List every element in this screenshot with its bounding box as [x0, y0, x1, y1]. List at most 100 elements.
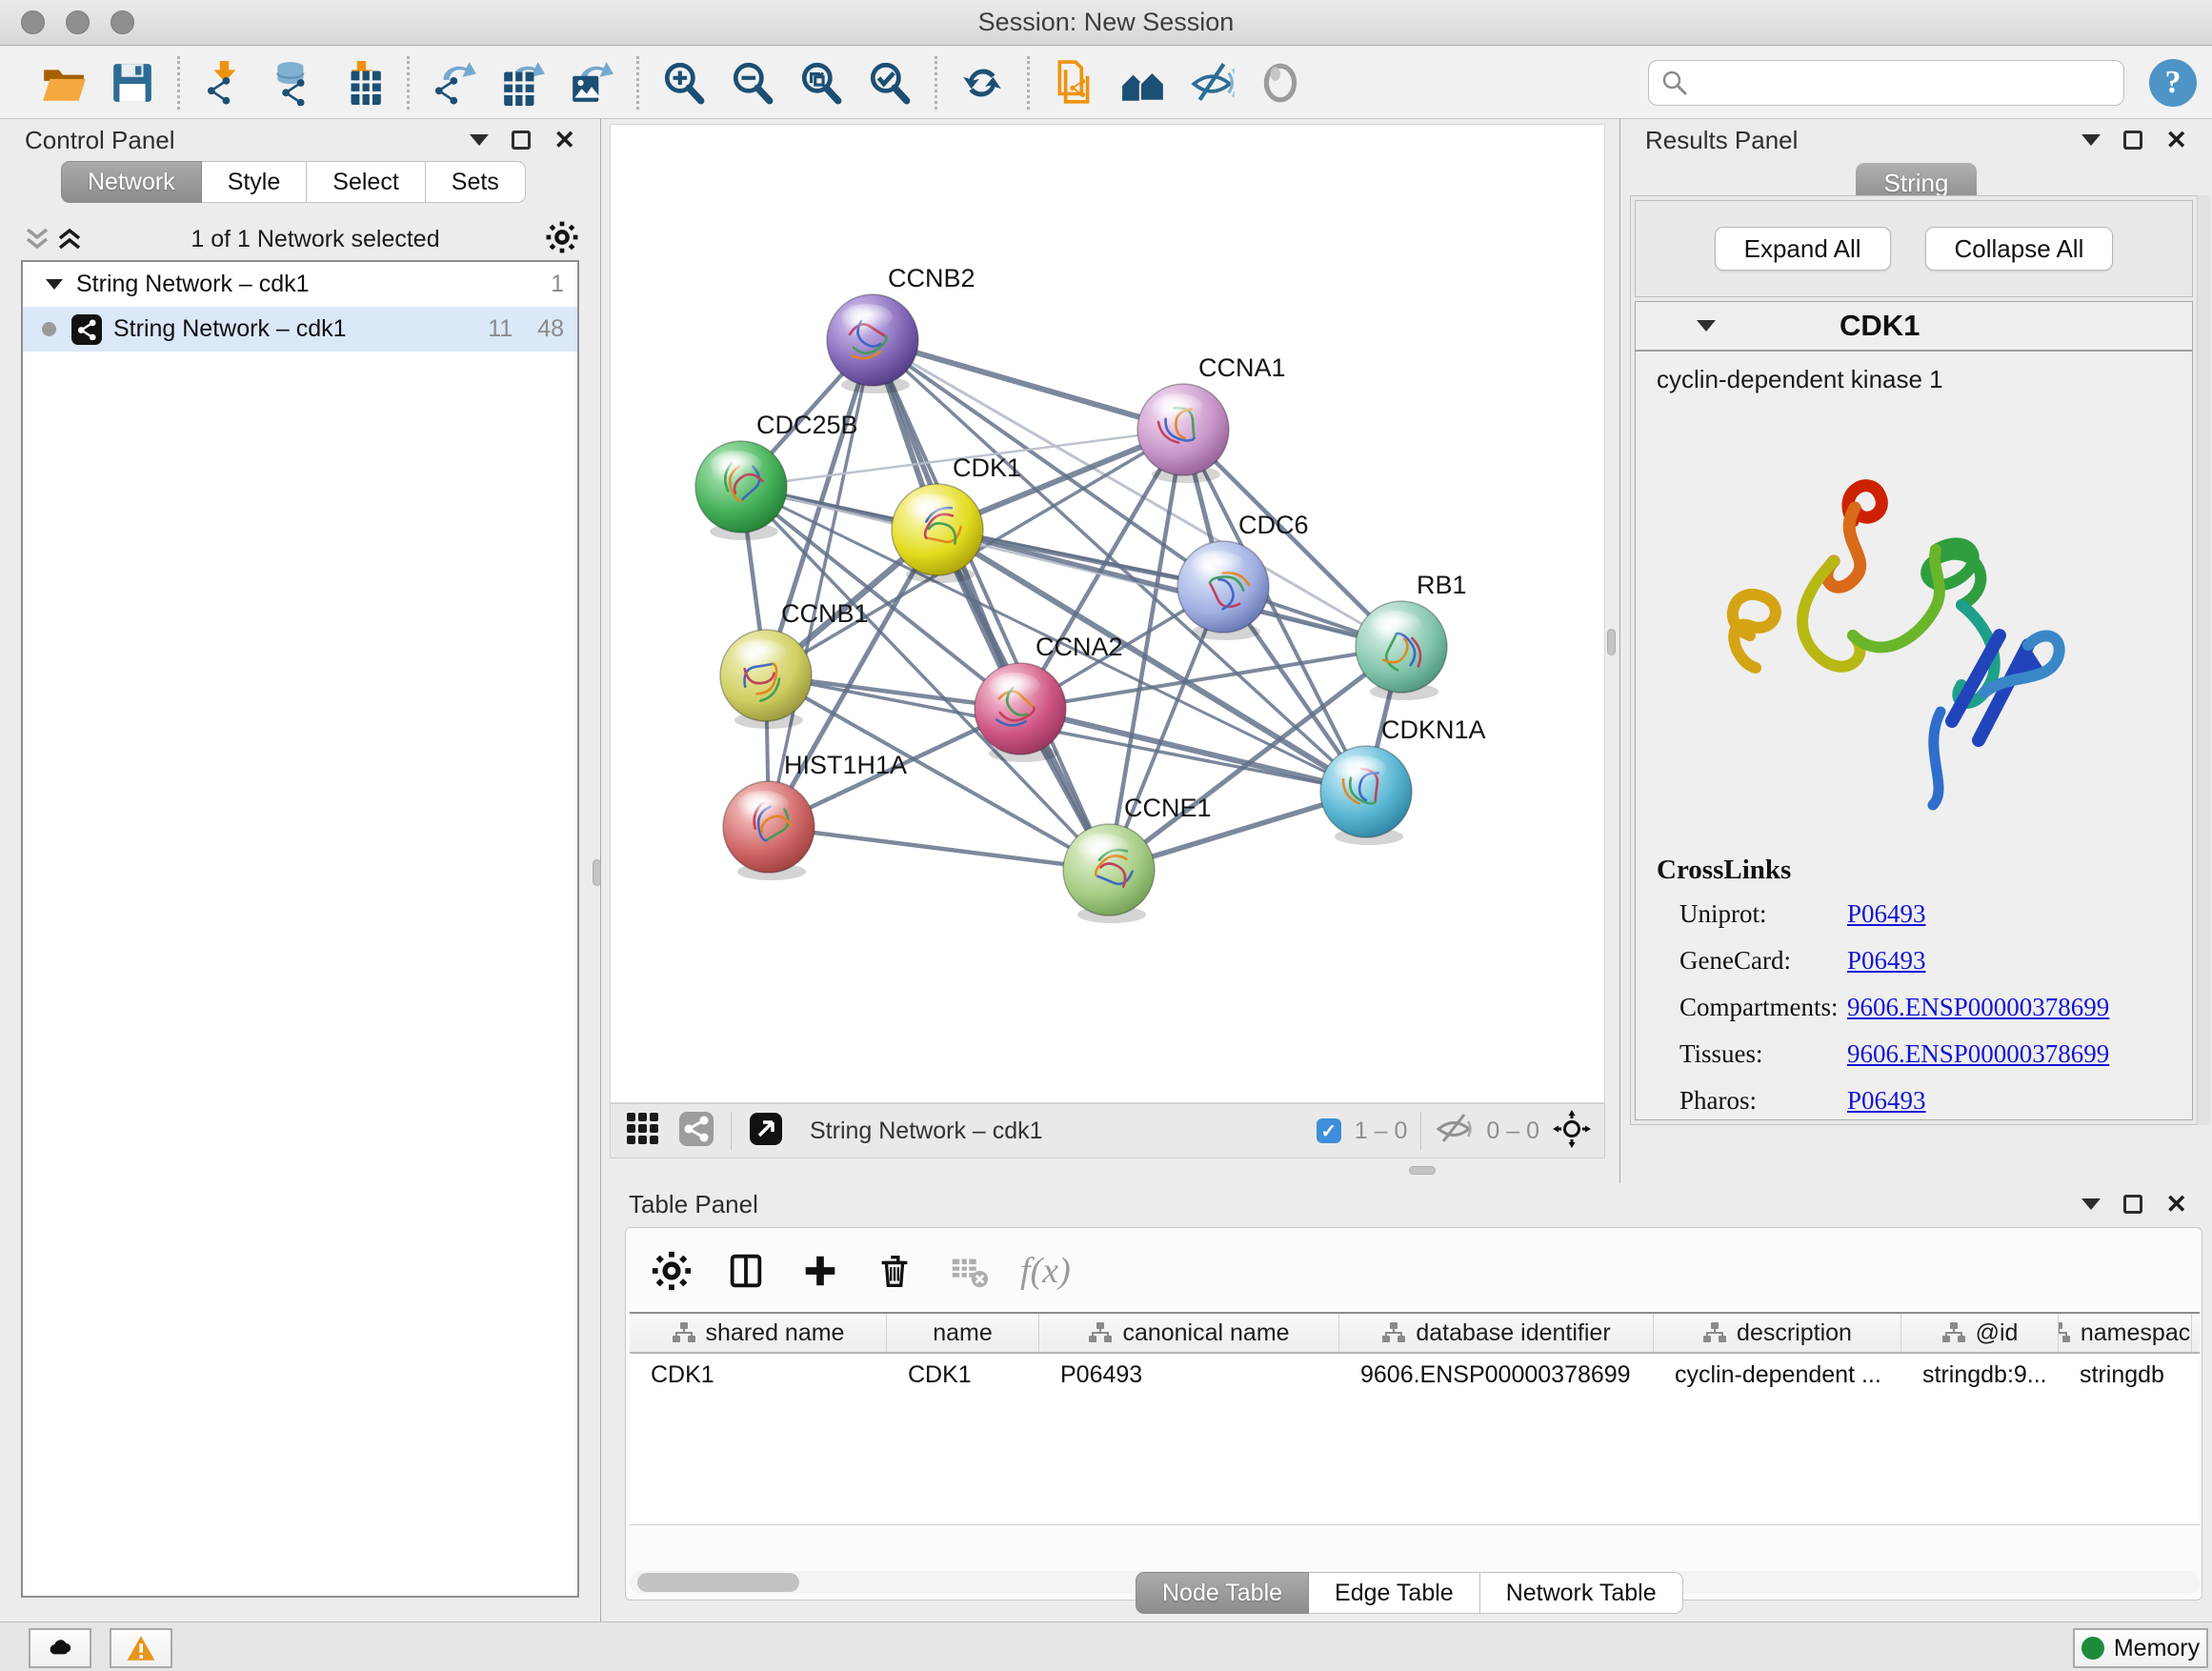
save-session-button[interactable]	[105, 55, 160, 111]
show-columns-icon[interactable]	[723, 1248, 769, 1294]
count-value: 11	[488, 315, 513, 343]
selected-nodes-checkbox[interactable]: ✓	[1317, 1118, 1341, 1143]
network-row[interactable]: String Network – cdk11148	[23, 307, 577, 352]
tab-select[interactable]: Select	[307, 161, 425, 203]
column-header-database-identifier[interactable]: database identifier	[1339, 1314, 1654, 1352]
left-splitter-handle[interactable]	[593, 859, 601, 886]
tab-edge-table[interactable]: Edge Table	[1309, 1572, 1480, 1614]
collapse-results-icon[interactable]	[2081, 134, 2101, 146]
network-options-gear-icon[interactable]	[545, 220, 579, 259]
column-header-@id[interactable]: @id	[1901, 1314, 2059, 1352]
edge-CCNA2-CDKN1A[interactable]	[1020, 709, 1366, 792]
node-RB1[interactable]: RB1	[1356, 571, 1467, 700]
network-selection-status: 1 of 1 Network selected	[86, 226, 545, 253]
column-header-shared-name[interactable]: shared name	[630, 1314, 887, 1352]
node-CCNB1[interactable]: CCNB1	[720, 599, 869, 729]
tab-network-table[interactable]: Network Table	[1480, 1572, 1683, 1614]
gene-header[interactable]: CDK1	[1636, 302, 2192, 352]
table-row[interactable]: CDK1CDK1P064939606.ENSP00000378699cyclin…	[630, 1354, 2200, 1396]
column-header-description[interactable]: description	[1654, 1314, 1901, 1352]
zoom-fit-button[interactable]	[794, 55, 849, 111]
collapse-all-button[interactable]: Collapse All	[1925, 227, 2114, 271]
crosslink-link[interactable]: P06493	[1847, 946, 1926, 976]
column-header-name[interactable]: name	[887, 1314, 1039, 1352]
edge-HIST1H1A-CCNE1[interactable]	[769, 827, 1109, 870]
refresh-button[interactable]	[955, 55, 1010, 111]
network-view-toolbar: String Network – cdk1 ✓ 1 – 0 0 – 0	[610, 1103, 1605, 1158]
node-CDK1[interactable]: CDK1	[892, 453, 1021, 583]
search-input[interactable]	[1697, 68, 2112, 97]
open-view-icon[interactable]	[747, 1110, 785, 1153]
open-session-button[interactable]	[36, 55, 91, 111]
gene-symbol: CDK1	[1840, 309, 1920, 343]
float-panel-icon[interactable]	[512, 131, 531, 150]
delete-column-icon[interactable]	[872, 1248, 917, 1294]
zoom-in-icon	[661, 60, 707, 106]
collection-row[interactable]: String Network – cdk11	[23, 262, 577, 307]
tab-style[interactable]: Style	[202, 161, 308, 203]
cloud-status-button[interactable]	[29, 1628, 91, 1668]
column-header-namespace[interactable]: namespace	[2059, 1314, 2192, 1352]
warnings-button[interactable]	[110, 1628, 172, 1668]
table-hscroll-thumb[interactable]	[637, 1573, 799, 1592]
crosslink-link[interactable]: P06493	[1847, 899, 1926, 929]
collapse-panel-icon[interactable]	[470, 134, 489, 146]
float-results-icon[interactable]	[2123, 131, 2142, 150]
network-canvas[interactable]: CCNB2CCNA1CDC25BCDK1CDC6RB1CCNB1CCNA2CDK…	[610, 124, 1605, 1103]
crosslink-label: Compartments:	[1657, 993, 1847, 1022]
column-header-canonical-name[interactable]: canonical name	[1039, 1314, 1339, 1352]
export-image-button[interactable]	[564, 55, 619, 111]
expand-all-button[interactable]: Expand All	[1715, 227, 1891, 271]
edge-CCNB2-CCNE1[interactable]	[873, 340, 1109, 870]
tab-sets[interactable]: Sets	[426, 161, 526, 203]
node-CCNA1[interactable]: CCNA1	[1137, 353, 1286, 483]
refresh-icon	[959, 60, 1005, 106]
collapse-all-networks-icon[interactable]	[21, 225, 53, 253]
gene-collapse-icon[interactable]	[1697, 320, 1716, 332]
tab-network[interactable]: Network	[61, 161, 202, 203]
crosslink-link[interactable]: 9606.ENSP00000378699	[1847, 993, 2109, 1022]
close-panel-icon[interactable]: ✕	[553, 131, 575, 150]
collection-expand-icon[interactable]	[46, 279, 63, 290]
import-network-database-button[interactable]	[266, 55, 321, 111]
hide-selected-button[interactable]	[1184, 55, 1239, 111]
node-CCNB2[interactable]: CCNB2	[827, 264, 975, 393]
help-button[interactable]: ?	[2149, 59, 2197, 107]
zoom-out-button[interactable]	[725, 55, 780, 111]
crosshair-icon[interactable]	[1553, 1110, 1591, 1153]
network-overview-icon[interactable]	[677, 1110, 715, 1153]
node-CDKN1A[interactable]: CDKN1A	[1320, 715, 1486, 845]
crosslink-label: Tissues:	[1657, 1039, 1847, 1069]
import-table-button[interactable]	[334, 55, 390, 111]
tab-node-table[interactable]: Node Table	[1136, 1572, 1309, 1614]
grid-view-icon[interactable]	[624, 1110, 662, 1153]
node-table: shared namenamecanonical namedatabase id…	[630, 1312, 2200, 1525]
table-options-gear-icon[interactable]	[649, 1248, 694, 1294]
memory-button[interactable]: Memory	[2073, 1628, 2208, 1668]
close-results-icon[interactable]: ✕	[2165, 131, 2187, 150]
crosslink-link[interactable]: P06493	[1847, 1086, 1926, 1116]
collapse-table-icon[interactable]	[2081, 1198, 2101, 1210]
birdseye-view-button[interactable]	[1253, 55, 1308, 111]
node-HIST1H1A[interactable]: HIST1H1A	[723, 751, 907, 880]
export-table-button[interactable]	[495, 55, 551, 111]
export-network-button[interactable]	[427, 55, 482, 111]
import-network-button[interactable]	[197, 55, 252, 111]
bottom-splitter-handle[interactable]	[1409, 1166, 1436, 1175]
zoom-in-button[interactable]	[656, 55, 712, 111]
zoom-selected-button[interactable]	[862, 55, 917, 111]
results-scrollbar[interactable]	[2197, 195, 2210, 1125]
first-neighbors-button[interactable]	[1116, 55, 1171, 111]
hidden-eye-slash-icon	[1435, 1110, 1473, 1153]
table-panel-title: Table Panel	[629, 1190, 758, 1219]
share-session-button[interactable]	[1047, 55, 1102, 111]
add-column-icon[interactable]	[797, 1248, 843, 1294]
close-table-icon[interactable]: ✕	[2165, 1195, 2187, 1214]
right-splitter-handle[interactable]	[1607, 629, 1616, 655]
table-cell: 9606.ENSP00000378699	[1339, 1361, 1654, 1389]
expand-all-networks-icon[interactable]	[53, 225, 86, 253]
import-network-icon	[202, 60, 248, 106]
search-input-wrap[interactable]	[1648, 60, 2124, 106]
float-table-icon[interactable]	[2123, 1195, 2142, 1214]
crosslink-link[interactable]: 9606.ENSP00000378699	[1847, 1039, 2109, 1069]
